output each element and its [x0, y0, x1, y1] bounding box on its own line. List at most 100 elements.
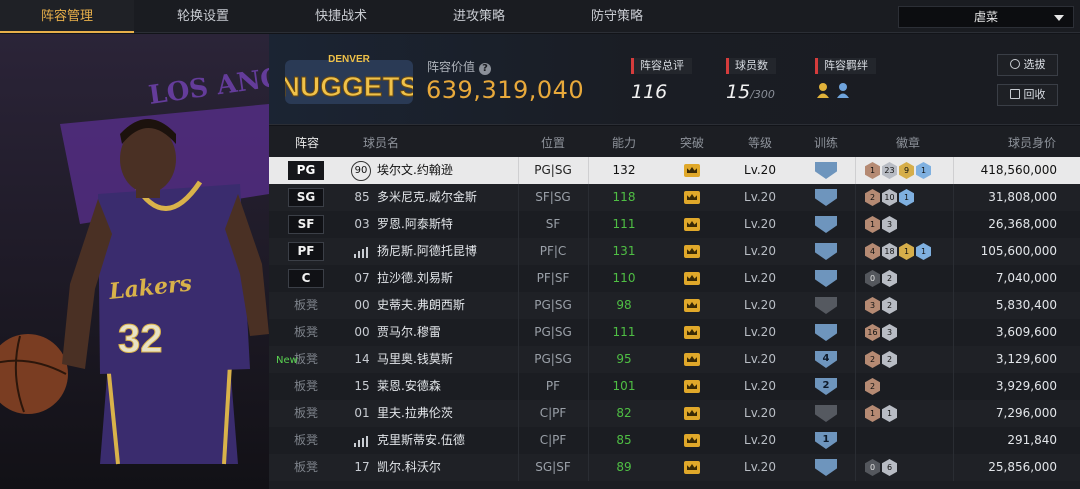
training-shield-icon[interactable] — [815, 297, 837, 314]
th-badges[interactable]: 徽章 — [883, 134, 933, 151]
badge-list[interactable]: 32 — [865, 297, 899, 314]
slot-bench[interactable]: 板凳 — [288, 373, 324, 400]
player-name[interactable]: 史蒂夫.弗朗西斯 — [377, 292, 465, 319]
table-row[interactable]: 板凳 14 马里奥.钱莫斯 PG|SG 95 Lv.20 4 2 2 3,129,600 — [269, 346, 1080, 373]
player-value: 105,600,000 — [980, 244, 1057, 258]
column-divider — [855, 238, 856, 265]
badge-list[interactable]: 1 23 9 1 — [865, 162, 933, 179]
slot-badge[interactable]: PF — [288, 242, 324, 261]
table-row[interactable]: 板凳 17 凯尔.科沃尔 SG|SF 89 Lv.20 0 6 25,856,000 — [269, 454, 1080, 481]
th-ability[interactable]: 能力 — [599, 134, 649, 151]
tab-lineup-management[interactable]: 阵容管理 — [0, 0, 134, 33]
player-value: 5,830,400 — [995, 298, 1057, 312]
training-shield-icon[interactable]: 2 — [815, 378, 837, 395]
badge-icon: 2 — [865, 351, 880, 368]
player-name[interactable]: 罗恩.阿泰斯特 — [377, 211, 453, 238]
th-player-value[interactable]: 球员身价 — [997, 134, 1067, 151]
table-row[interactable]: SG 85 多米尼克.威尔金斯 SF|SG 118 Lv.20 2 10 1 31,808,000 — [269, 184, 1080, 211]
table-row[interactable]: 板凳 克里斯蒂安.伍德 C|PF 85 Lv.20 1 291,840 — [269, 427, 1080, 454]
slot-bench[interactable]: 板凳 — [288, 400, 324, 427]
training-shield-icon[interactable] — [815, 270, 837, 287]
crown-icon[interactable] — [684, 407, 700, 420]
slot-bench[interactable]: 板凳 — [288, 427, 324, 454]
badge-list[interactable]: 22 — [865, 351, 899, 368]
crown-icon[interactable] — [684, 380, 700, 393]
badge-list[interactable]: 06 — [865, 459, 899, 476]
lineup-select-dropdown[interactable]: 虐菜 — [898, 6, 1074, 28]
th-slot[interactable]: 阵容 — [287, 134, 327, 151]
jersey-number: 85 — [354, 190, 370, 204]
table-row[interactable]: C 07 拉沙德.刘易斯 PF|SF 110 Lv.20 0 2 7,040,000 — [269, 265, 1080, 292]
player-position: SF|SG — [535, 190, 571, 204]
chemistry-icons[interactable] — [815, 80, 876, 104]
slot-badge[interactable]: SG — [288, 188, 324, 207]
th-name[interactable]: 球员名 — [351, 134, 411, 151]
column-divider — [588, 238, 589, 265]
crown-icon[interactable] — [684, 299, 700, 312]
slot-bench[interactable]: 板凳 — [288, 292, 324, 319]
th-training[interactable]: 训练 — [801, 134, 851, 151]
badge-list[interactable]: 11 — [865, 405, 899, 422]
crown-icon[interactable] — [684, 326, 700, 339]
th-position[interactable]: 位置 — [528, 134, 578, 151]
training-shield-icon[interactable] — [815, 405, 837, 422]
tab-rotation-settings[interactable]: 轮换设置 — [134, 0, 272, 33]
player-name[interactable]: 多米尼克.威尔金斯 — [377, 184, 477, 211]
table-row[interactable]: 板凳 01 里夫.拉弗伦茨 C|PF 82 Lv.20 1 1 7,296,000 — [269, 400, 1080, 427]
slot-badge[interactable]: C — [288, 269, 324, 288]
crown-icon[interactable] — [684, 434, 700, 447]
player-name[interactable]: 里夫.拉弗伦茨 — [377, 400, 453, 427]
player-name[interactable]: 克里斯蒂安.伍德 — [377, 427, 465, 454]
badge-list[interactable]: 2 — [865, 378, 882, 395]
table-row[interactable]: 板凳 15 莱恩.安德森 PF 101 Lv.20 2 2 3,929,600 — [269, 373, 1080, 400]
badge-list[interactable]: 16 3 — [865, 324, 899, 341]
player-name[interactable]: 莱恩.安德森 — [377, 373, 441, 400]
th-level[interactable]: 等级 — [735, 134, 785, 151]
badge-list[interactable]: 13 — [865, 216, 899, 233]
crown-icon[interactable] — [684, 353, 700, 366]
slot-badge[interactable]: SF — [288, 215, 324, 234]
training-shield-icon[interactable] — [815, 162, 837, 179]
tab-offense-strategy[interactable]: 进攻策略 — [410, 0, 548, 33]
crown-icon[interactable] — [684, 245, 700, 258]
training-shield-icon[interactable] — [815, 324, 837, 341]
slot-bench[interactable]: 板凳 — [288, 319, 324, 346]
column-divider — [953, 400, 954, 427]
training-shield-icon[interactable]: 4 — [815, 351, 837, 368]
training-shield-icon[interactable] — [815, 243, 837, 260]
training-shield-icon[interactable] — [815, 189, 837, 206]
player-name[interactable]: 埃尔文.约翰逊 — [377, 157, 453, 184]
tab-quick-tactics[interactable]: 快捷战术 — [272, 0, 410, 33]
player-name[interactable]: 贾马尔.穆雷 — [377, 319, 441, 346]
training-shield-icon[interactable]: 1 — [815, 432, 837, 449]
slot-bench[interactable]: 板凳 — [288, 454, 324, 481]
crown-icon[interactable] — [684, 218, 700, 231]
help-icon[interactable]: ? — [479, 63, 492, 75]
tab-defense-strategy[interactable]: 防守策略 — [548, 0, 686, 33]
select-players-button[interactable]: 选拔 — [997, 54, 1058, 76]
crown-icon[interactable] — [684, 461, 700, 474]
slot-badge[interactable]: PG — [288, 161, 324, 180]
training-shield-icon[interactable] — [815, 216, 837, 233]
player-position: PG|SG — [534, 163, 572, 177]
th-breakthrough[interactable]: 突破 — [667, 134, 717, 151]
player-name[interactable]: 马里奥.钱莫斯 — [377, 346, 453, 373]
training-shield-icon[interactable] — [815, 459, 837, 476]
badge-list[interactable]: 4 18 1 1 — [865, 243, 933, 260]
player-name[interactable]: 拉沙德.刘易斯 — [377, 265, 453, 292]
crown-icon[interactable] — [684, 164, 700, 177]
crown-icon[interactable] — [684, 272, 700, 285]
table-row[interactable]: 板凳 00 史蒂夫.弗朗西斯 PG|SG 98 Lv.20 3 2 5,830,400 — [269, 292, 1080, 319]
badge-list[interactable]: 02 — [865, 270, 899, 287]
badge-list[interactable]: 2 10 1 — [865, 189, 916, 206]
player-name[interactable]: 扬尼斯.阿德托昆博 — [377, 238, 477, 265]
table-row[interactable]: PG 90 埃尔文.约翰逊 PG|SG 132 Lv.20 1 23 9 1 418,560,000 — [269, 157, 1080, 184]
player-name[interactable]: 凯尔.科沃尔 — [377, 454, 441, 481]
table-row[interactable]: PF 扬尼斯.阿德托昆博 PF|C 131 Lv.20 4 18 1 1 105,600,000 — [269, 238, 1080, 265]
recycle-button[interactable]: 回收 — [997, 84, 1058, 106]
jersey-number: 15 — [354, 379, 370, 393]
table-row[interactable]: 板凳 00 贾马尔.穆雷 PG|SG 111 Lv.20 16 3 3,609,600 — [269, 319, 1080, 346]
table-row[interactable]: SF 03 罗恩.阿泰斯特 SF 111 Lv.20 1 3 26,368,000 — [269, 211, 1080, 238]
column-divider — [953, 373, 954, 400]
crown-icon[interactable] — [684, 191, 700, 204]
